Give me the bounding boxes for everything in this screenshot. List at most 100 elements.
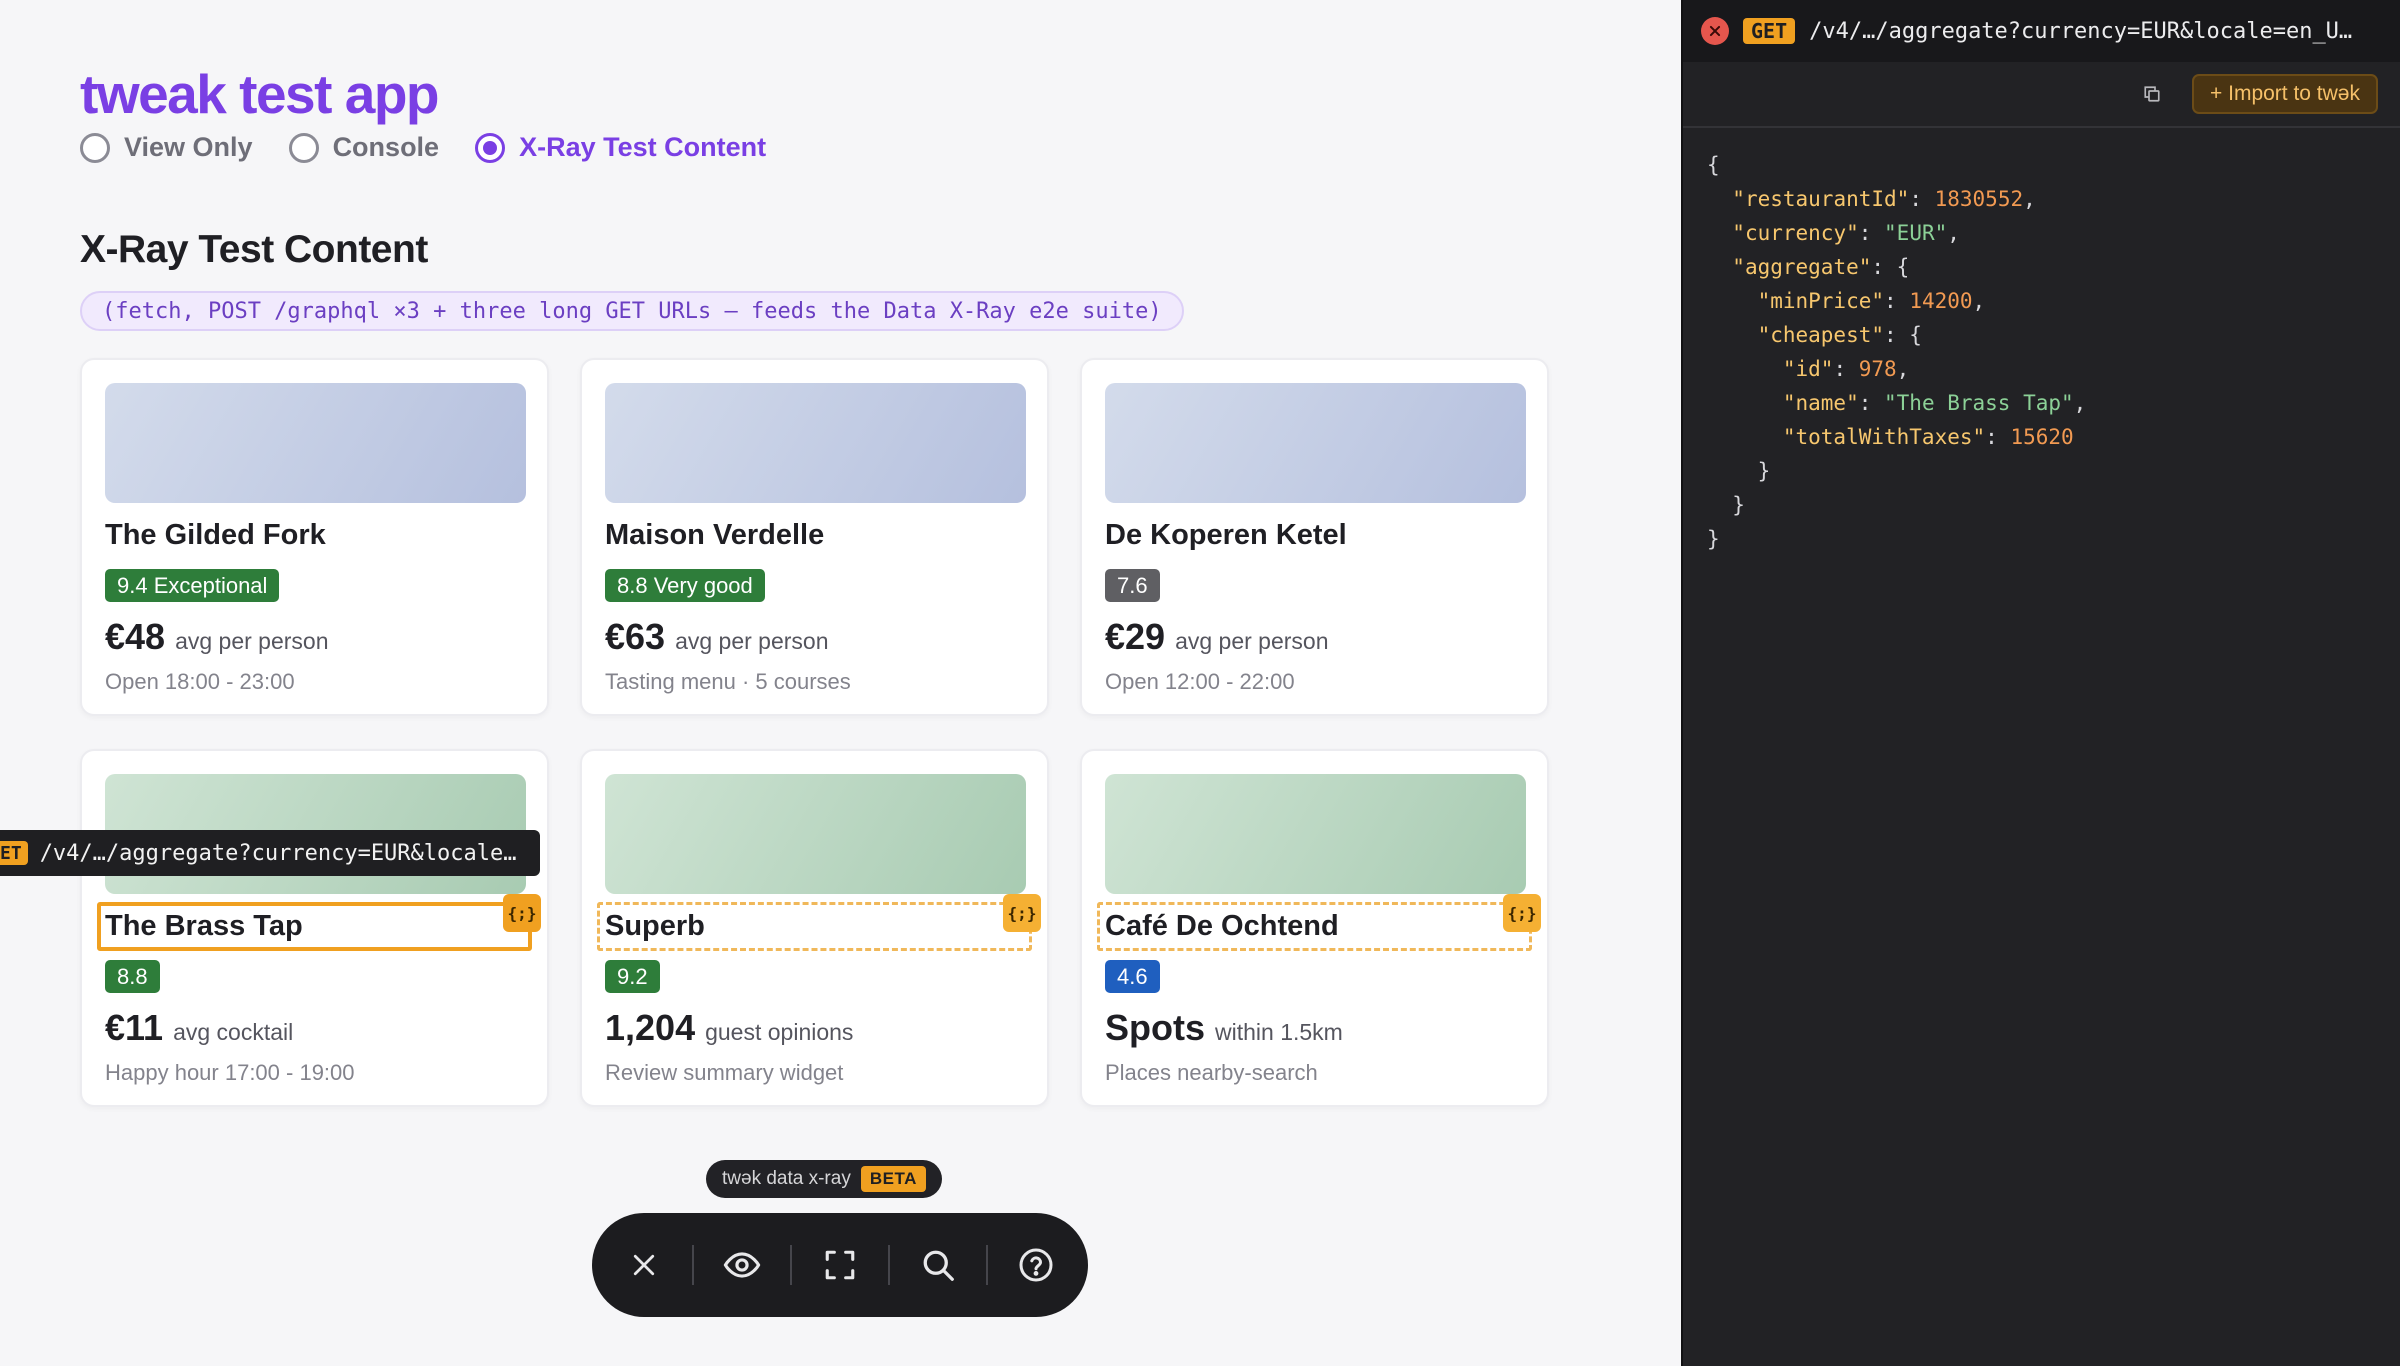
price-unit: guest opinions [705, 1019, 854, 1045]
price-line: Spots within 1.5km [1105, 1007, 1343, 1049]
mode-console-label: Console [332, 132, 440, 162]
search-button[interactable] [906, 1233, 970, 1297]
mode-console[interactable]: Console [288, 132, 440, 163]
close-button[interactable] [612, 1233, 676, 1297]
restaurant-card: Café De Ochtend {;} 4.6 Spots within 1.5… [1080, 749, 1549, 1107]
xray-overlay-label: twək data x-ray BETA [706, 1160, 942, 1198]
panel-header: GET /v4/…/aggregate?currency=EUR&locale=… [1683, 0, 2400, 62]
rating-badge: 4.6 [1105, 960, 1160, 993]
card-meta: Tasting menu · 5 courses [605, 669, 851, 694]
xray-toolbar [592, 1213, 1088, 1317]
radio-xray-test-content[interactable] [475, 132, 506, 163]
request-method-badge: GET [1743, 18, 1796, 44]
section-title: X-Ray Test Content [80, 228, 428, 271]
card-meta: Open 18:00 - 23:00 [105, 669, 295, 694]
restaurant-card: The Gilded Fork 9.4 Exceptional €48 avg … [80, 358, 549, 716]
xray-highlight[interactable] [1097, 902, 1532, 951]
mode-view-only-label: View Only [124, 132, 253, 162]
price-unit: avg cocktail [173, 1019, 294, 1045]
restaurant-card: Maison Verdelle 8.8 Very good €63 avg pe… [580, 358, 1049, 716]
card-name: The Gilded Fork [105, 519, 326, 551]
main-content: tweak test app View Only Console X-Ray T… [0, 0, 1681, 1366]
section-note: (fetch, POST /graphql ×3 + three long GE… [80, 291, 1184, 331]
rating-badge: 9.4 Exceptional [105, 569, 280, 602]
rating-badge: 7.6 [1105, 569, 1160, 602]
price-line: €11 avg cocktail [105, 1007, 293, 1049]
response-json-viewer: { "restaurantId": 1830552, "currency": "… [1707, 153, 2087, 551]
rating-badge: 9.2 [605, 960, 660, 993]
xray-data-tag-icon[interactable]: {;} [1003, 894, 1041, 932]
price-unit: avg per person [1175, 628, 1329, 654]
xray-data-tag-icon[interactable]: {;} [503, 894, 541, 932]
fullscreen-icon [825, 1250, 855, 1280]
toolbar-divider [790, 1245, 792, 1285]
fullscreen-button[interactable] [808, 1233, 872, 1297]
close-icon [1709, 25, 1721, 37]
eye-icon [723, 1252, 761, 1278]
radio-view-only[interactable] [80, 132, 110, 163]
price-value: Spots [1105, 1007, 1206, 1048]
price-unit: avg per person [675, 628, 829, 654]
price-value: 1,204 [605, 1007, 696, 1048]
mode-xray-label: X-Ray Test Content [519, 132, 767, 162]
mode-view-only[interactable]: View Only [80, 132, 253, 163]
xray-data-tag-icon[interactable]: {;} [1503, 894, 1541, 932]
toolbar-divider [692, 1245, 694, 1285]
card-image [605, 774, 1026, 894]
price-unit: within 1.5km [1215, 1019, 1343, 1045]
card-meta: Review summary widget [605, 1060, 844, 1085]
price-value: €63 [605, 616, 666, 657]
card-meta: Places nearby-search [1105, 1060, 1318, 1085]
xray-request-tooltip: ET /v4/…/aggregate?currency=EUR&locale… [0, 830, 540, 876]
card-image [105, 383, 526, 503]
price-line: €48 avg per person [105, 616, 329, 658]
price-line: €63 avg per person [605, 616, 829, 658]
app-title: tweak test app [80, 63, 440, 125]
card-image [605, 383, 1026, 503]
import-to-tweak-button[interactable]: + Import to twək [2192, 74, 2378, 114]
card-image [1105, 383, 1526, 503]
restaurant-card: The Brass Tap {;} 8.8 €11 avg cocktail H… [80, 749, 549, 1107]
price-value: €29 [1105, 616, 1166, 657]
beta-badge: BETA [860, 1166, 926, 1192]
json-id: 978 [1858, 357, 1897, 381]
mode-selector: View Only Console X-Ray Test Content [80, 132, 766, 163]
json-min-price: 14200 [1909, 289, 1973, 313]
xray-highlight[interactable] [597, 902, 1032, 951]
card-name: Maison Verdelle [605, 519, 825, 551]
price-value: €48 [105, 616, 166, 657]
card-image [1105, 774, 1526, 894]
card-meta: Happy hour 17:00 - 19:00 [105, 1060, 355, 1085]
copy-icon [2144, 86, 2160, 102]
card-meta: Open 12:00 - 22:00 [1105, 669, 1295, 694]
xray-label-text: twək data x-ray [722, 1168, 851, 1189]
restaurant-card: Superb {;} 9.2 1,204 guest opinions Revi… [580, 749, 1049, 1107]
rating-badge: 8.8 Very good [605, 569, 765, 602]
json-restaurant-id: 1830552 [1934, 187, 2024, 211]
help-button[interactable] [1004, 1233, 1068, 1297]
rating-badge: 8.8 [105, 960, 160, 993]
search-icon [923, 1250, 954, 1281]
radio-console[interactable] [288, 132, 319, 163]
help-icon [1019, 1248, 1053, 1282]
panel-close-button[interactable] [1701, 17, 1729, 45]
tooltip-method-badge: ET [0, 841, 28, 865]
xray-highlight-selected[interactable] [97, 902, 532, 951]
request-url: /v4/…/aggregate?currency=EUR&locale=en_U… [1809, 18, 2353, 44]
panel-actions: + Import to twək [1683, 62, 2400, 128]
price-line: €29 avg per person [1105, 616, 1329, 658]
price-value: €11 [105, 1007, 164, 1048]
copy-button[interactable] [2134, 76, 2170, 112]
view-button[interactable] [710, 1233, 774, 1297]
price-line: 1,204 guest opinions [605, 1007, 853, 1049]
json-currency: "EUR" [1884, 221, 1948, 245]
toolbar-divider [986, 1245, 988, 1285]
restaurant-card: De Koperen Ketel 7.6 €29 avg per person … [1080, 358, 1549, 716]
mode-xray-test-content[interactable]: X-Ray Test Content [475, 132, 766, 163]
tooltip-url: /v4/…/aggregate?currency=EUR&locale… [39, 840, 517, 866]
card-name: De Koperen Ketel [1105, 519, 1347, 551]
toolbar-divider [888, 1245, 890, 1285]
close-icon [633, 1254, 655, 1276]
xray-detail-panel: GET /v4/…/aggregate?currency=EUR&locale=… [1681, 0, 2400, 1366]
json-name: "The Brass Tap" [1884, 391, 2074, 415]
